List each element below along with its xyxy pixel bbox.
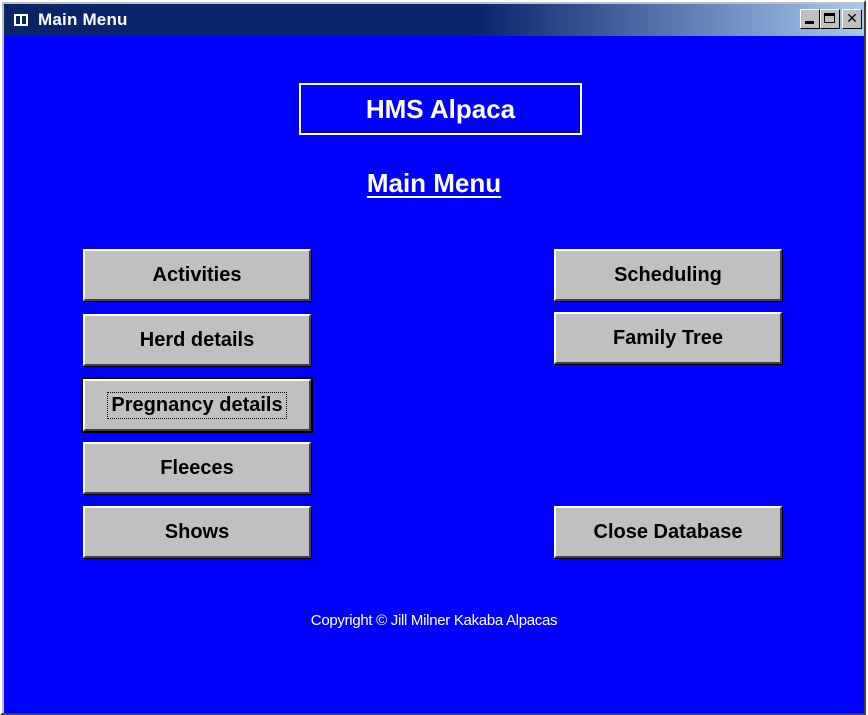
- fleeces-button[interactable]: Fleeces: [83, 442, 311, 494]
- app-title: HMS Alpaca: [365, 93, 516, 124]
- herd-details-button-label: Herd details: [139, 328, 255, 351]
- window-title: Main Menu: [38, 10, 128, 29]
- activities-button[interactable]: Activities: [83, 249, 311, 301]
- close-button[interactable]: ✕: [842, 9, 862, 29]
- copyright-text: Copyright © Jill Milner Kakaba Alpacas: [310, 612, 558, 629]
- window-controls: ✕: [800, 9, 862, 29]
- family-tree-button[interactable]: Family Tree: [554, 312, 782, 364]
- scheduling-button-label: Scheduling: [614, 263, 722, 286]
- pregnancy-details-button-label: Pregnancy details: [107, 391, 287, 419]
- scheduling-button[interactable]: Scheduling: [554, 249, 782, 301]
- pregnancy-details-button[interactable]: Pregnancy details: [81, 377, 313, 433]
- main-menu-window: Main Menu ✕ HMS Alpaca Main Menu Activit…: [0, 0, 866, 715]
- maximize-button[interactable]: [820, 9, 840, 29]
- herd-details-button[interactable]: Herd details: [83, 314, 311, 366]
- app-title-box: HMS Alpaca: [299, 83, 582, 135]
- close-database-button-label: Close Database: [593, 520, 743, 543]
- activities-button-label: Activities: [152, 263, 242, 286]
- form-icon: [14, 14, 28, 26]
- close-database-button[interactable]: Close Database: [554, 506, 782, 558]
- maximize-icon: [824, 13, 835, 23]
- close-icon: ✕: [846, 11, 858, 27]
- shows-button-label: Shows: [164, 520, 230, 543]
- shows-button[interactable]: Shows: [83, 506, 311, 558]
- fleeces-button-label: Fleeces: [160, 456, 234, 479]
- minimize-button[interactable]: [800, 9, 820, 29]
- title-bar[interactable]: Main Menu ✕: [4, 4, 864, 36]
- minimize-icon: [805, 21, 814, 24]
- family-tree-button-label: Family Tree: [612, 326, 724, 349]
- page-title: Main Menu: [366, 168, 502, 198]
- form-body: HMS Alpaca Main Menu Activities Herd det…: [4, 36, 864, 713]
